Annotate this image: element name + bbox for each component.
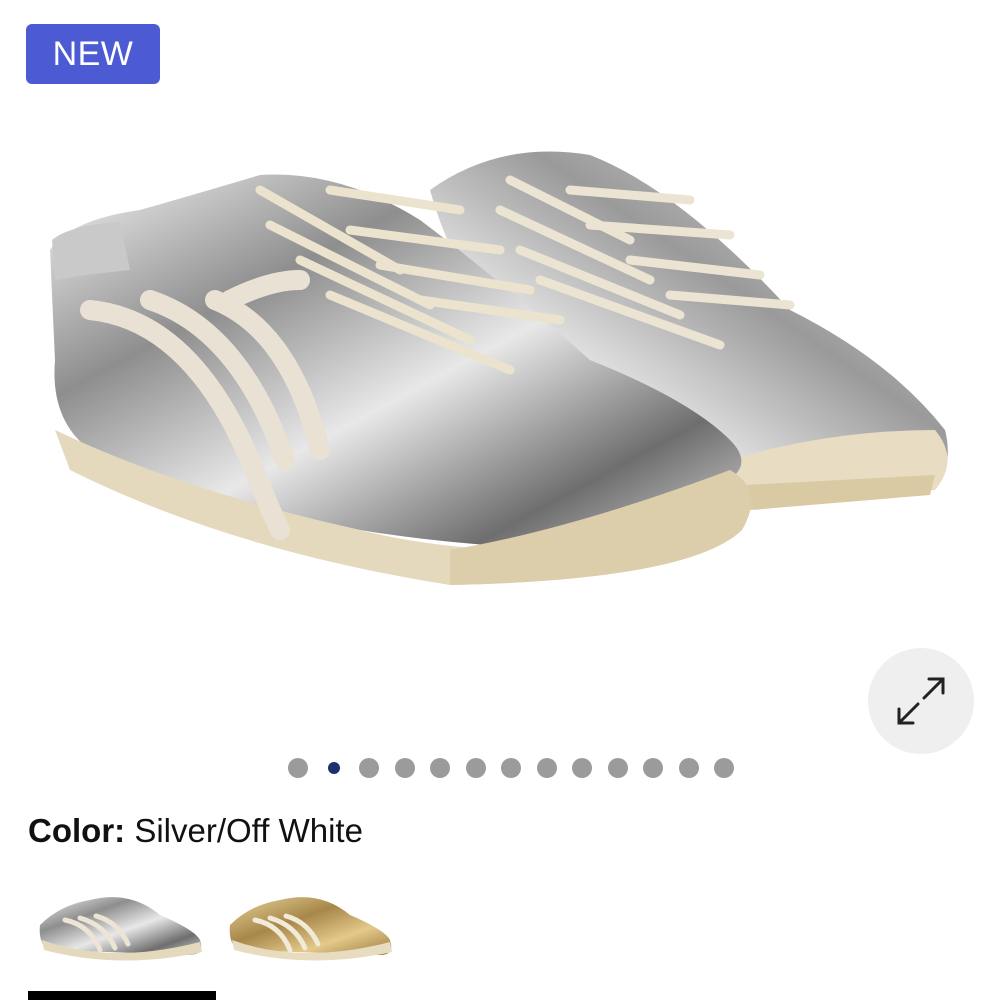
gallery-pagination [288, 758, 734, 778]
pagination-dot[interactable] [501, 758, 521, 778]
pagination-dot[interactable] [536, 758, 557, 778]
pagination-dot[interactable] [572, 758, 592, 778]
pagination-dot[interactable] [430, 758, 450, 778]
expand-icon [897, 677, 945, 725]
pagination-dot[interactable] [359, 758, 379, 778]
product-image [50, 151, 948, 585]
pagination-dot[interactable] [678, 758, 699, 778]
pagination-dot[interactable] [288, 758, 308, 778]
color-value: Silver/Off White [134, 812, 363, 849]
selected-swatch-indicator [28, 991, 216, 1000]
pagination-dot-active[interactable] [323, 758, 344, 778]
color-label: Color: [28, 812, 126, 849]
pagination-dot[interactable] [465, 758, 486, 778]
color-selection: Color: Silver/Off White [28, 812, 363, 850]
new-badge: NEW [26, 24, 160, 84]
pagination-dot[interactable] [714, 758, 734, 778]
expand-image-button[interactable] [868, 648, 974, 754]
pagination-dot[interactable] [394, 758, 415, 778]
gold-off-white-swatch[interactable] [220, 870, 398, 970]
silver-off-white-swatch[interactable] [30, 870, 208, 970]
pagination-dot[interactable] [643, 758, 663, 778]
pagination-dot[interactable] [607, 758, 628, 778]
